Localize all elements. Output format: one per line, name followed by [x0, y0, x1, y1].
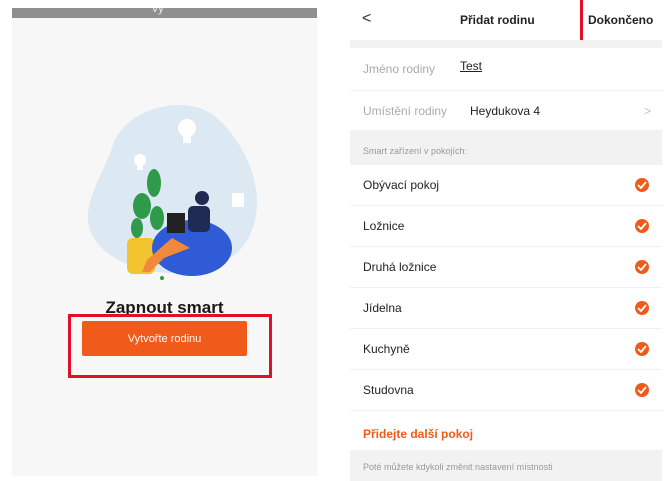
room-item[interactable]: Druhá ložnice	[350, 247, 662, 288]
rooms-caption-bar: Smart zařízení v pokojích:	[350, 130, 662, 165]
family-location-value: Heydukova 4	[470, 104, 541, 118]
highlight-box	[68, 314, 272, 378]
check-circle-icon[interactable]	[635, 260, 649, 274]
family-name-input[interactable]	[460, 59, 540, 73]
room-item[interactable]: Studovna	[350, 370, 662, 411]
laptop	[167, 213, 185, 233]
room-item[interactable]: Obývací pokoj	[350, 165, 662, 206]
smart-home-illustration	[87, 104, 257, 280]
wall-switch	[232, 193, 244, 207]
rooms-caption: Smart zařízení v pokojích:	[363, 146, 468, 156]
room-label: Kuchyně	[363, 342, 410, 356]
family-location-label: Umístění rodiny	[363, 104, 448, 118]
check-circle-icon[interactable]	[635, 342, 649, 356]
check-circle-icon[interactable]	[635, 219, 649, 233]
family-name-label: Jméno rodiny	[363, 62, 436, 76]
room-item[interactable]: Ložnice	[350, 206, 662, 247]
check-circle-icon[interactable]	[635, 178, 649, 192]
room-label: Obývací pokoj	[363, 178, 440, 192]
status-bar: vy	[12, 8, 317, 18]
footer-note: Poté můžete kdykoli změnit nastavení mís…	[363, 462, 553, 472]
status-bar-text: vy	[152, 8, 164, 15]
right-screen: < Přidat rodinu Dokončeno Jméno rodiny U…	[350, 0, 662, 481]
room-label: Studovna	[363, 383, 414, 397]
room-label: Druhá ložnice	[363, 260, 437, 274]
check-circle-icon[interactable]	[635, 301, 649, 315]
back-arrow-icon[interactable]: <	[362, 10, 371, 28]
add-room-link[interactable]: Přidejte další pokoj	[363, 427, 473, 441]
room-label: Jídelna	[363, 301, 402, 315]
room-item[interactable]: Jídelna	[350, 288, 662, 329]
person-head	[195, 191, 209, 205]
check-circle-icon[interactable]	[635, 383, 649, 397]
page-title: Přidat rodinu	[460, 13, 535, 27]
person-body	[188, 206, 210, 232]
dot	[160, 276, 164, 280]
chevron-right-icon: >	[644, 104, 652, 118]
left-screen: vy Zapnout smart Vytvořte rodinu	[12, 8, 317, 476]
room-item[interactable]: Kuchyně	[350, 329, 662, 370]
family-location-row[interactable]: Umístění rodiny Heydukova 4 >	[350, 90, 662, 130]
separator	[350, 40, 662, 48]
room-label: Ložnice	[363, 219, 405, 233]
